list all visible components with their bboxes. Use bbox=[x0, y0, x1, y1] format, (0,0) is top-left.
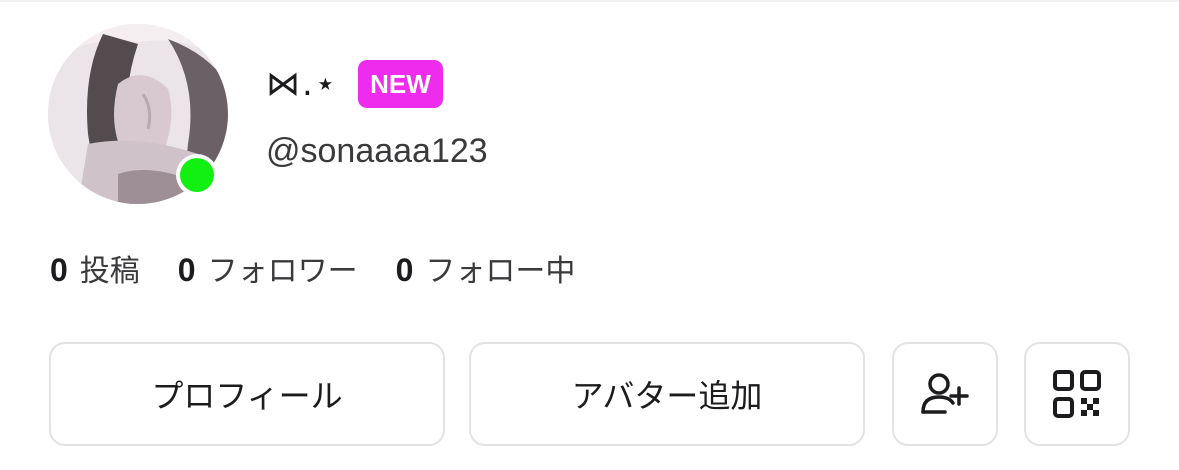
stat-posts-label: 投稿 bbox=[79, 254, 140, 289]
add-avatar-button-label: アバター追加 bbox=[571, 377, 763, 415]
profile-header: ⋈.⋆ NEW @sonaaaa123 0 投稿 0 フォロワー 0 フォロー中… bbox=[0, 0, 1179, 470]
stats-row: 0 投稿 0 フォロワー 0 フォロー中 bbox=[50, 246, 613, 290]
qr-code-button[interactable] bbox=[1024, 342, 1130, 446]
username: @sonaaaa123 bbox=[266, 132, 488, 170]
stat-following-label: フォロー中 bbox=[425, 254, 576, 289]
avatar-container[interactable] bbox=[48, 24, 228, 204]
online-status-indicator bbox=[176, 154, 218, 196]
qr-code-icon bbox=[1053, 370, 1101, 418]
new-badge: NEW bbox=[358, 60, 443, 108]
profile-button-label: プロフィール bbox=[151, 377, 343, 415]
top-divider bbox=[0, 0, 1179, 2]
stat-followers[interactable]: 0 フォロワー bbox=[178, 246, 358, 290]
add-user-icon bbox=[921, 373, 969, 414]
stat-following-count: 0 bbox=[395, 252, 414, 288]
stat-followers-count: 0 bbox=[177, 252, 196, 288]
stat-followers-label: フォロワー bbox=[207, 254, 358, 289]
profile-button[interactable]: プロフィール bbox=[49, 342, 445, 446]
stat-posts[interactable]: 0 投稿 bbox=[50, 246, 140, 290]
add-avatar-button[interactable]: アバター追加 bbox=[469, 342, 865, 446]
stat-following[interactable]: 0 フォロー中 bbox=[396, 246, 576, 290]
name-row: ⋈.⋆ NEW bbox=[266, 58, 443, 110]
add-friend-button[interactable] bbox=[892, 342, 998, 446]
display-name: ⋈.⋆ bbox=[266, 64, 339, 104]
stat-posts-count: 0 bbox=[50, 252, 68, 288]
online-dot-fill bbox=[180, 158, 214, 192]
